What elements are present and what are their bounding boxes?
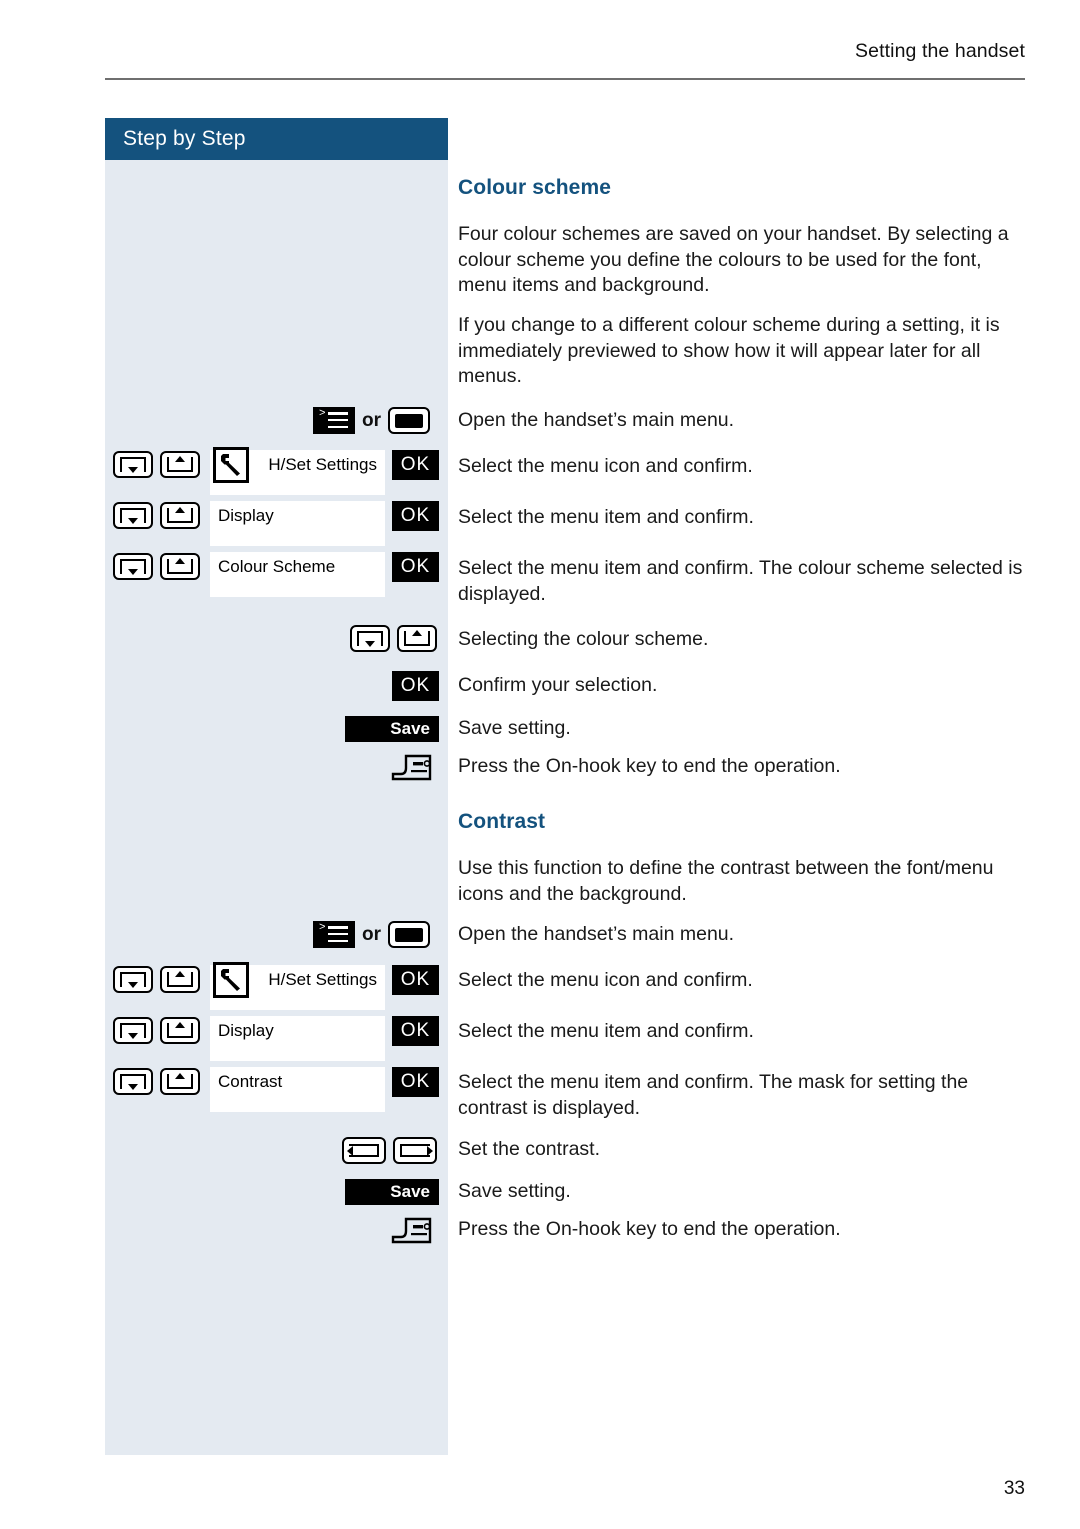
nav-key-up-6[interactable] [160,1017,200,1044]
save-softkey-2[interactable]: Save [345,1179,439,1205]
instruction-on-hook-1: Press the On-hook key to end the operati… [458,755,841,777]
nav-key-down-2[interactable] [113,502,153,529]
page-number: 33 [1003,1478,1025,1499]
rocker-key-right[interactable] [393,1137,437,1164]
menu-row[interactable]: Colour Scheme [210,552,385,597]
instruction-select-menu-icon-2: Select the menu icon and confirm. [458,969,753,991]
ok-button[interactable]: OK [392,552,439,582]
handset-settings-wrench-icon [213,447,249,483]
running-head: Setting the handset [855,40,1025,62]
menu-row-label: Display [218,506,274,525]
nav-key-up-4[interactable] [397,625,437,652]
display-key-icon[interactable] [388,921,430,948]
instruction-set-contrast: Set the contrast. [458,1138,600,1160]
ok-button[interactable]: OK [392,965,439,995]
menu-list-icon[interactable]: > [313,921,355,948]
or-label-1: or [362,409,381,431]
instruction-select-menu-icon-1: Select the menu icon and confirm. [458,455,753,477]
section-title-contrast: Contrast [458,810,546,833]
instruction-select-menu-item-2: Select the menu item and confirm. [458,1020,754,1042]
paragraph-colour-scheme-2: If you change to a different colour sche… [458,314,1000,387]
display-key-icon[interactable] [388,407,430,434]
page-header: Setting the handset [105,40,1025,63]
menu-list-icon[interactable]: > [313,407,355,434]
menu-key-group-2: > or [313,921,430,948]
menu-row[interactable]: Contrast [210,1067,385,1112]
paragraph-contrast-1: Use this function to define the contrast… [458,857,994,905]
step-by-step-banner: Step by Step [105,118,448,160]
on-hook-key-icon[interactable] [389,753,433,783]
menu-row-label: H/Set Settings [268,970,377,989]
ok-button[interactable]: OK [392,450,439,480]
menu-row-label: Contrast [218,1072,283,1091]
menu-row[interactable]: H/Set Settings [210,962,385,1010]
nav-key-up-2[interactable] [160,502,200,529]
ok-button[interactable]: OK [392,501,439,531]
menu-row[interactable]: Display [210,501,385,546]
nav-key-down-5[interactable] [113,966,153,993]
instruction-select-menu-item-1: Select the menu item and confirm. [458,506,754,528]
nav-key-up-7[interactable] [160,1068,200,1095]
nav-key-down-7[interactable] [113,1068,153,1095]
nav-key-down-3[interactable] [113,553,153,580]
or-label-2: or [362,923,381,945]
nav-key-down-1[interactable] [113,451,153,478]
instruction-select-contrast: Select the menu item and confirm. The ma… [458,1071,969,1119]
instruction-select-colour-scheme: Select the menu item and confirm. The co… [458,557,1023,605]
nav-key-down-4[interactable] [350,625,390,652]
rocker-key-left[interactable] [342,1137,386,1164]
step-by-step-column [105,118,448,1455]
header-rule [105,78,1025,80]
step-by-step-banner-label: Step by Step [123,127,246,150]
ok-button-confirm[interactable]: OK [392,671,439,701]
instruction-save-setting-1: Save setting. [458,717,571,739]
on-hook-key-icon[interactable] [389,1216,433,1246]
instruction-save-setting-2: Save setting. [458,1180,571,1202]
nav-key-up-1[interactable] [160,451,200,478]
nav-key-up-5[interactable] [160,966,200,993]
ok-button[interactable]: OK [392,1067,439,1097]
paragraph-colour-scheme-1: Four colour schemes are saved on your ha… [458,223,1009,296]
menu-row-label: H/Set Settings [268,455,377,474]
instruction-confirm-selection: Confirm your selection. [458,674,658,696]
instruction-open-main-menu-1: Open the handset’s main menu. [458,409,735,431]
instruction-open-main-menu-2: Open the handset’s main menu. [458,923,735,945]
menu-row-label: Display [218,1021,274,1040]
handset-settings-wrench-icon [213,962,249,998]
nav-key-up-3[interactable] [160,553,200,580]
save-softkey-1[interactable]: Save [345,716,439,742]
nav-key-down-6[interactable] [113,1017,153,1044]
menu-row-label: Colour Scheme [218,557,336,576]
instruction-selecting-colour-scheme: Selecting the colour scheme. [458,628,709,650]
instruction-on-hook-2: Press the On-hook key to end the operati… [458,1218,841,1240]
ok-button[interactable]: OK [392,1016,439,1046]
menu-key-group-1: > or [313,407,430,434]
menu-row[interactable]: Display [210,1016,385,1061]
section-title-colour-scheme: Colour scheme [458,176,612,199]
menu-row[interactable]: H/Set Settings [210,447,385,495]
